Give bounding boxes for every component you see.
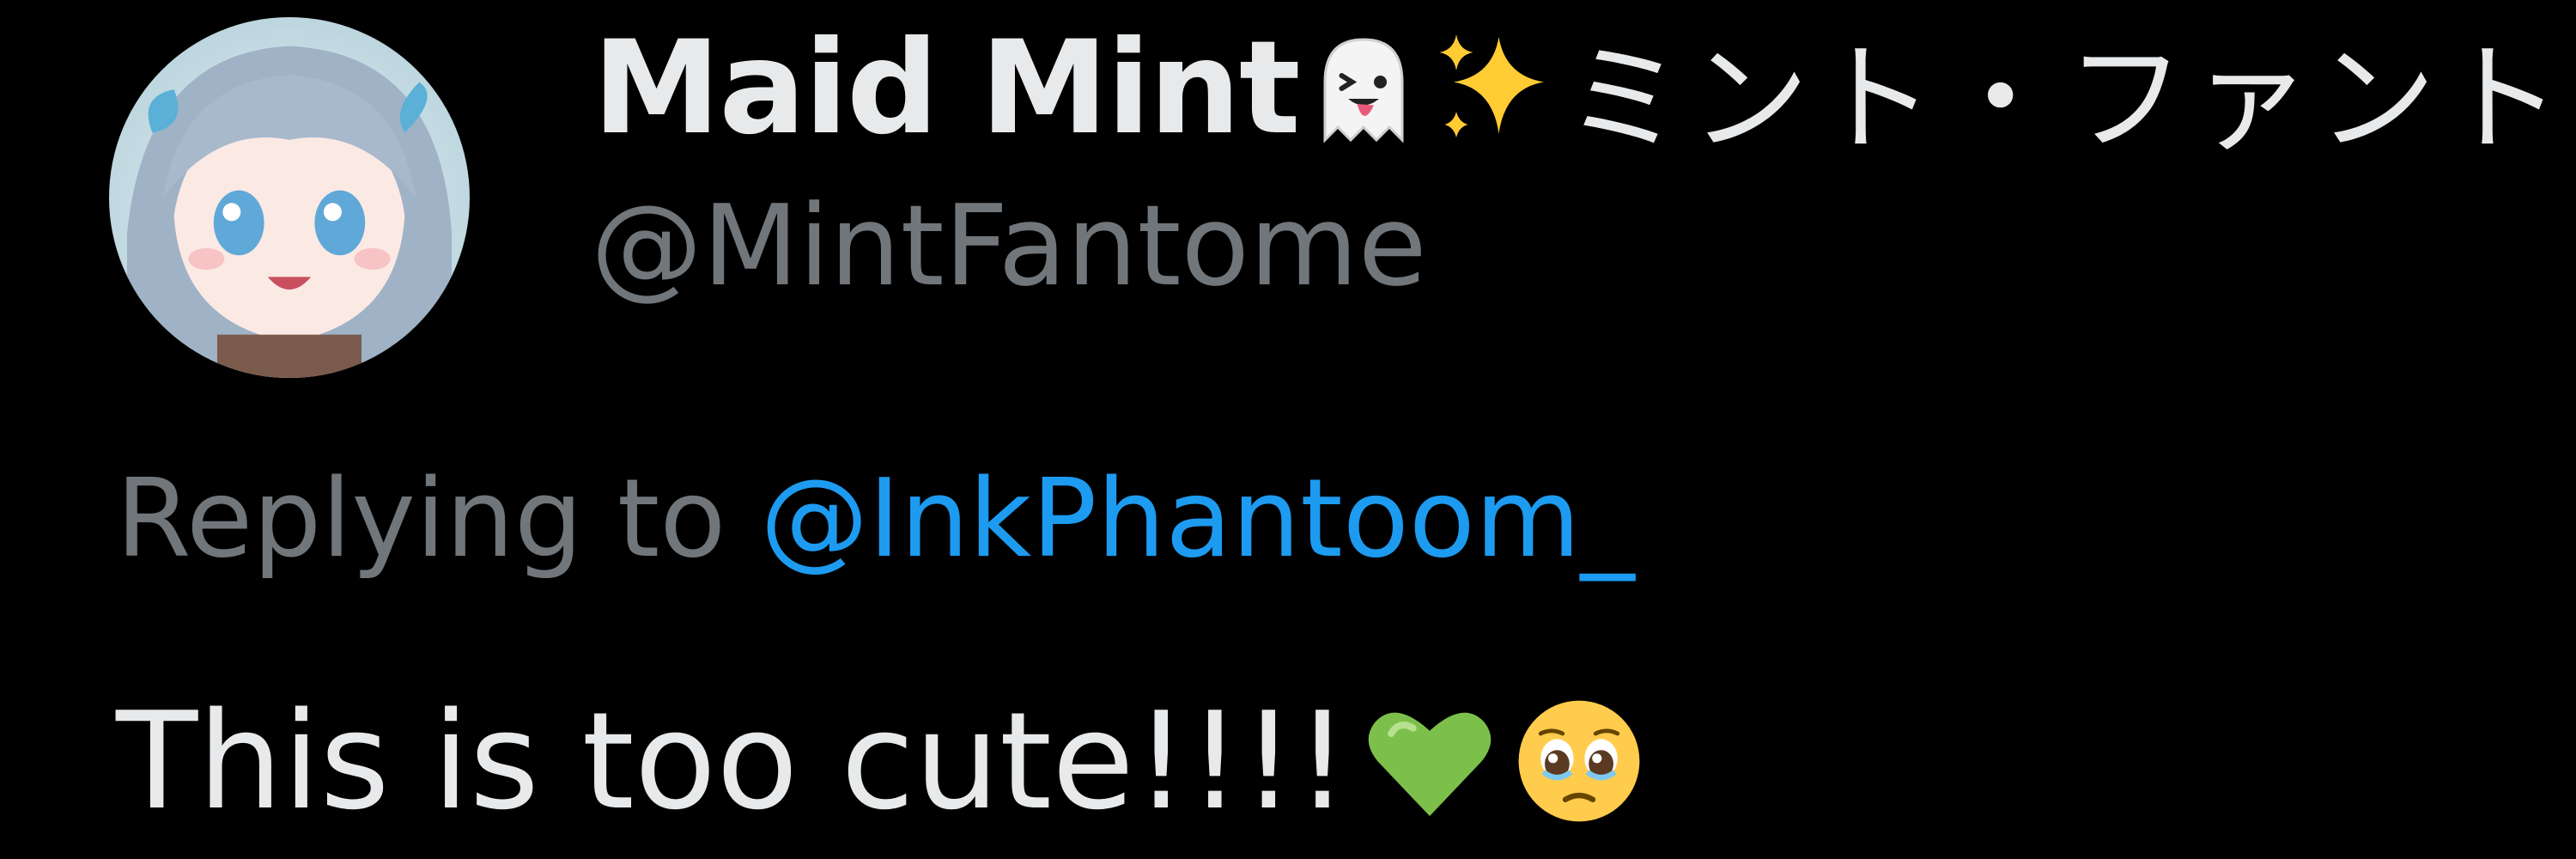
author-avatar[interactable] — [109, 17, 470, 378]
tweet-text: This is too cute!!!! — [116, 683, 1648, 839]
pleading-face-emoji-icon — [1510, 692, 1648, 830]
ghost-tongue-emoji-icon — [1299, 24, 1428, 153]
author-handle[interactable]: @MintFantome — [591, 180, 1427, 311]
green-heart-emoji-icon — [1361, 692, 1498, 830]
tweet-text-body: This is too cute!!!! — [116, 683, 1350, 839]
replying-to-line: Replying to @InkPhantoom_ — [116, 455, 1635, 582]
replying-to-label: Replying to — [116, 455, 761, 582]
author-display-name-suffix: ミント・ファント — [1564, 30, 2568, 168]
sparkles-emoji-icon — [1428, 24, 1557, 153]
author-name-row[interactable]: Maid Mint ミント・ファント — [592, 14, 2568, 168]
avatar-image — [109, 17, 470, 378]
author-display-name[interactable]: Maid Mint — [592, 14, 1301, 163]
reply-mention-link[interactable]: @InkPhantoom_ — [760, 455, 1634, 582]
